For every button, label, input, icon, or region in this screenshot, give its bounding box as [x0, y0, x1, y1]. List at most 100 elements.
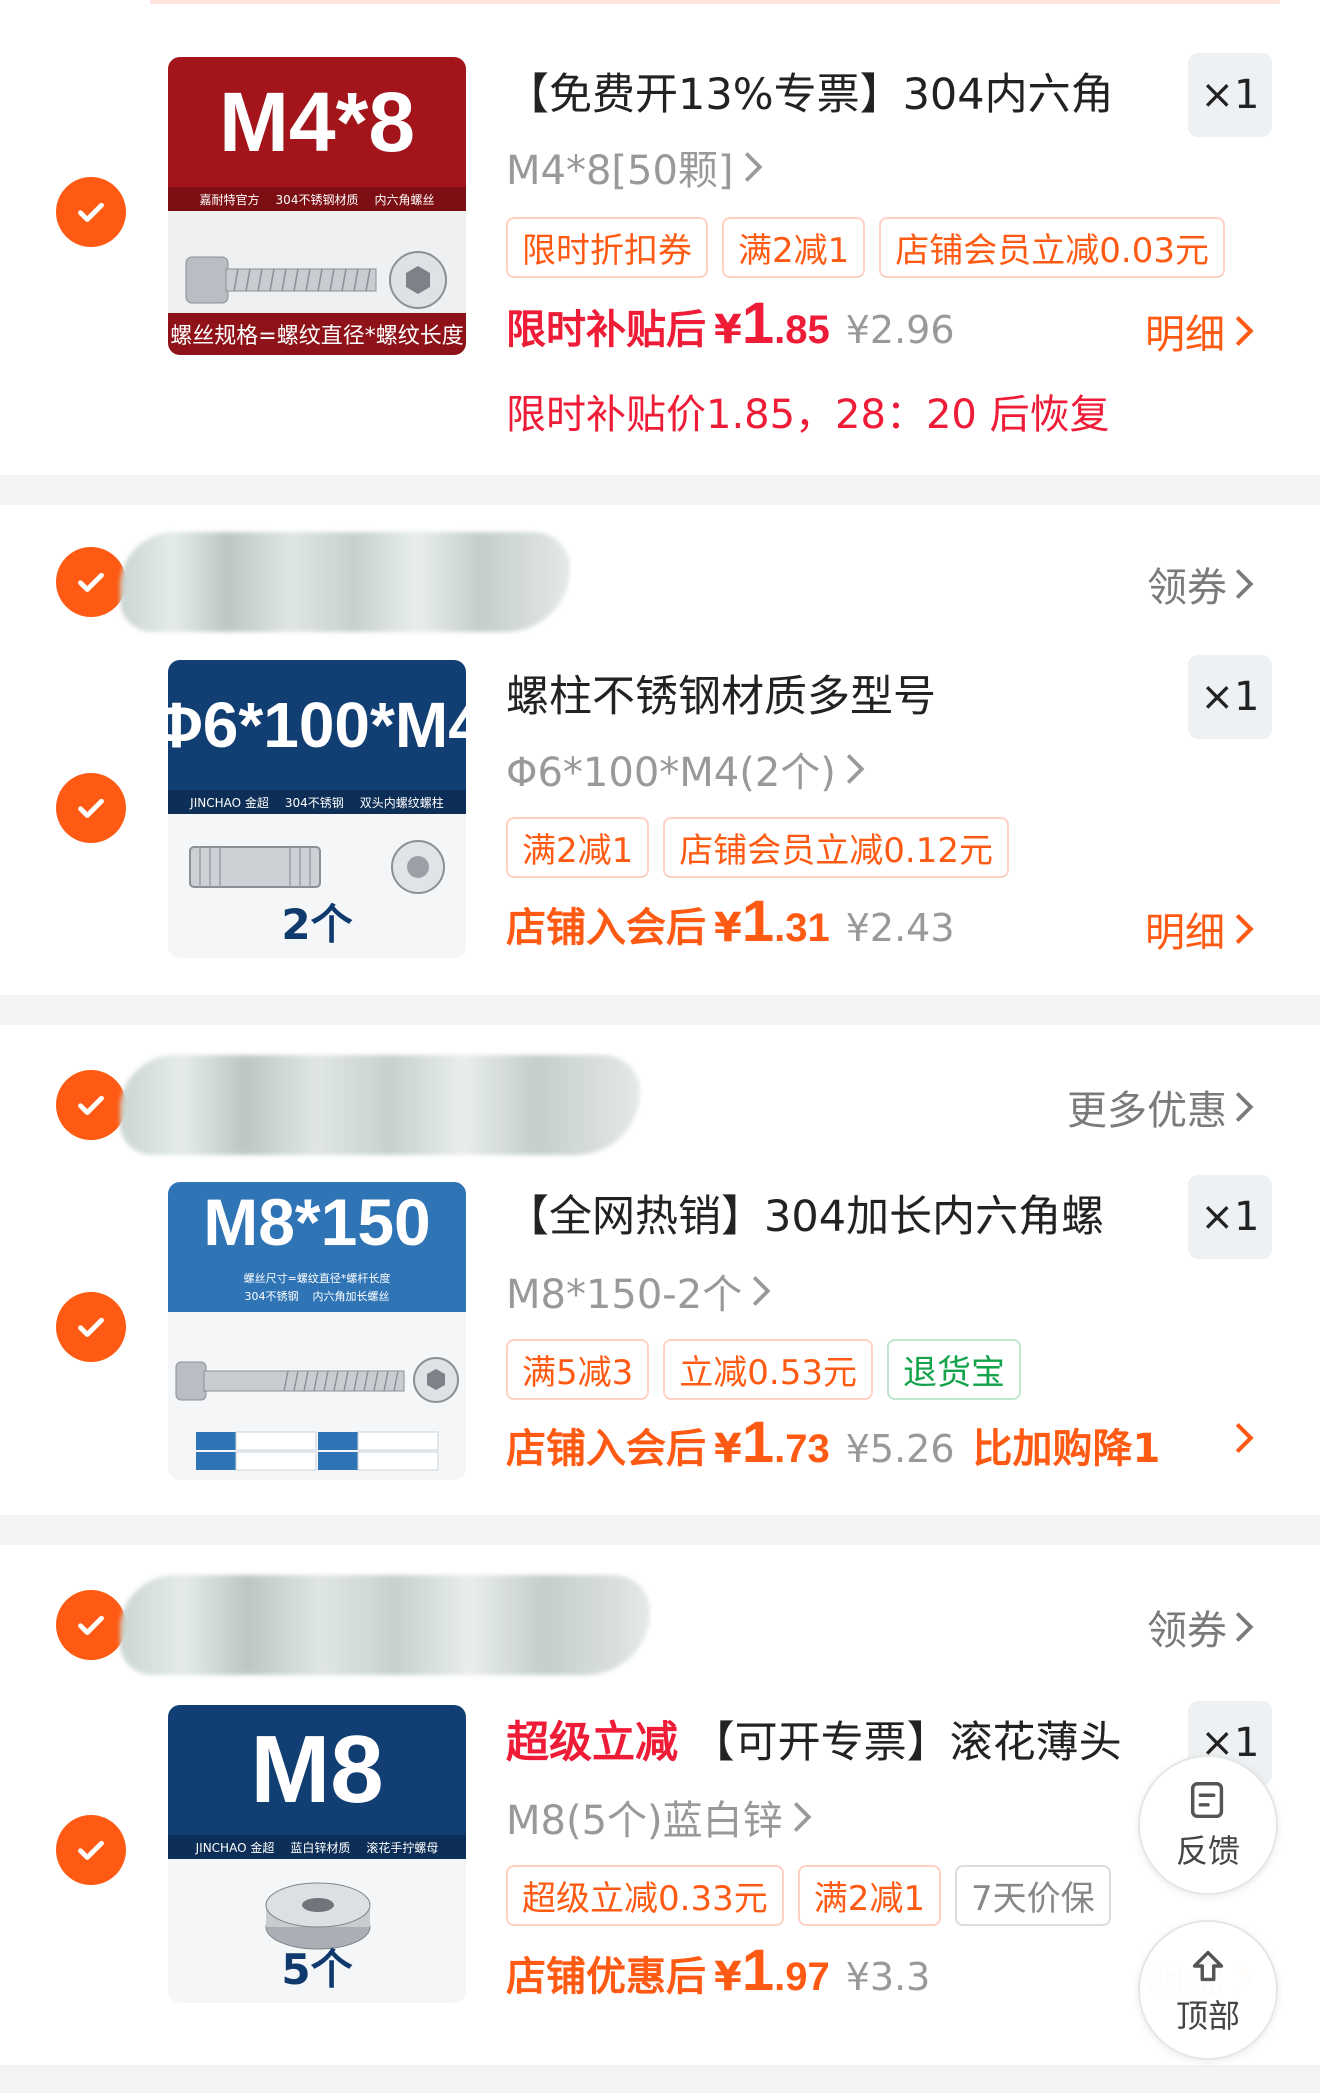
select-checkbox[interactable] — [56, 1815, 126, 1885]
feedback-label: 反馈 — [1175, 1832, 1240, 1870]
subsidy-note: 限时补贴价1.85，28：20 后恢复 — [506, 392, 1110, 438]
image-sub-text: JINCHAO 金超 — [195, 1840, 275, 1855]
image-subbar: JINCHAO 金超 蓝白锌材质 滚花手拧螺母 — [168, 1835, 466, 1859]
chevron-right-icon — [753, 1276, 771, 1306]
blurred-shop-name — [120, 1575, 650, 1675]
detail-link[interactable] — [1233, 1421, 1255, 1455]
price-row: 店铺入会后 ¥ 1 .31 ¥2.43 — [506, 888, 955, 955]
top-label: 顶部 — [1175, 1997, 1240, 2035]
promo-tags: 超级立减0.33元 满2减1 7天价保 — [506, 1865, 1111, 1926]
quantity-box[interactable]: ×1 — [1188, 655, 1272, 739]
screw-illustration — [185, 251, 447, 309]
chevron-right-icon — [1235, 1422, 1254, 1454]
check-icon — [78, 572, 104, 592]
cart-item-card: M4*8 嘉耐特官方 304不锈钢材质 内六角螺丝 螺丝规格=螺纹直径*螺纹长度… — [0, 10, 1320, 475]
spec-table — [196, 1431, 439, 1471]
select-checkbox[interactable] — [56, 773, 126, 843]
promo-tags: 满5减3 立减0.53元 退货宝 — [506, 1339, 1021, 1400]
price-decimal: .97 — [774, 1955, 830, 1999]
product-image[interactable]: M8*150 螺丝尺寸=螺纹直径*螺杆长度 304不锈钢 内六角加长螺丝 — [168, 1182, 466, 1480]
sku-text: M4*8[50颗] — [506, 148, 734, 194]
check-icon — [78, 202, 104, 222]
chevron-right-icon — [1235, 569, 1254, 599]
blurred-shop-name — [120, 532, 570, 632]
return-insurance-tag: 退货宝 — [886, 1339, 1021, 1400]
image-sub-text: 嘉耐特官方 — [199, 192, 260, 207]
sku-selector[interactable]: M8(5个)蓝白锌 — [506, 1788, 813, 1846]
detail-link[interactable]: 明细 — [1145, 302, 1255, 360]
price-protection-tag: 7天价保 — [954, 1865, 1111, 1926]
original-price: ¥3.3 — [845, 1955, 931, 1999]
price-label: 店铺优惠后 — [506, 1954, 706, 2000]
image-sub-text: 螺丝尺寸=螺纹直径*螺杆长度 — [243, 1272, 391, 1285]
product-title[interactable]: 螺柱不锈钢材质多型号 — [506, 662, 936, 724]
image-pack-count: 2个 — [281, 900, 353, 949]
promo-tag: 立减0.53元 — [663, 1339, 873, 1400]
product-title[interactable]: 【免费开13%专票】304内六角 — [506, 60, 1114, 122]
sku-selector[interactable]: M8*150-2个 — [506, 1262, 772, 1320]
shop-coupon-link[interactable]: 领券 — [1147, 555, 1255, 613]
arrow-up-icon — [1192, 1950, 1224, 1982]
sku-text: M8*150-2个 — [506, 1272, 743, 1318]
shop-coupon-link[interactable]: 领券 — [1147, 1598, 1255, 1656]
shop-select-checkbox[interactable] — [56, 1590, 126, 1660]
original-price: ¥5.26 — [845, 1427, 955, 1471]
back-to-top-button[interactable]: 顶部 — [1138, 1920, 1278, 2060]
chevron-right-icon — [1235, 913, 1254, 945]
price-decimal: .73 — [774, 1427, 830, 1471]
product-image[interactable]: Φ6*100*M4 JINCHAO 金超 304不锈钢 双头内螺纹螺柱 2个 — [168, 660, 466, 958]
price-integer: 1 — [741, 291, 775, 356]
product-title[interactable]: 超级立减 【可开专票】滚花薄头 — [506, 1708, 1122, 1770]
promo-tag: 店铺会员立减0.03元 — [879, 217, 1225, 278]
product-image[interactable]: M4*8 嘉耐特官方 304不锈钢材质 内六角螺丝 螺丝规格=螺纹直径*螺纹长度 — [168, 57, 466, 355]
promo-tag: 满2减1 — [506, 817, 650, 878]
product-title[interactable]: 【全网热销】304加长内六角螺 — [506, 1182, 1104, 1244]
check-icon — [78, 798, 104, 818]
select-checkbox[interactable] — [56, 1292, 126, 1362]
select-checkbox[interactable] — [56, 177, 126, 247]
promo-tag: 满2减1 — [797, 1865, 941, 1926]
image-banner: M8 — [168, 1705, 466, 1835]
shop-header: 领券 — [0, 1575, 1320, 1675]
check-icon — [78, 1317, 104, 1337]
original-price: ¥2.96 — [845, 308, 955, 352]
image-sub-text: 双头内螺纹螺柱 — [359, 795, 444, 810]
promo-tag: 限时折扣券 — [506, 217, 708, 278]
promo-tag: 满5减3 — [506, 1339, 650, 1400]
price-drop-note: 比加购降1 — [972, 1426, 1161, 1472]
price-label: 限时补贴后 — [506, 307, 706, 353]
sku-selector[interactable]: Φ6*100*M4(2个) — [506, 740, 866, 798]
image-sub-text: 内六角螺丝 — [374, 192, 435, 207]
detail-label: 明细 — [1145, 910, 1225, 956]
price-currency: ¥ — [714, 307, 742, 353]
image-pack-count: 5个 — [281, 1945, 353, 1994]
image-footer: 螺丝规格=螺纹直径*螺纹长度 — [168, 313, 466, 355]
quantity-box[interactable]: ×1 — [1188, 53, 1272, 137]
chevron-right-icon — [744, 152, 762, 182]
price-row: 限时补贴后 ¥ 1 .85 ¥2.96 — [506, 290, 955, 357]
shop-select-checkbox[interactable] — [56, 1070, 126, 1140]
promo-tag: 超级立减0.33元 — [506, 1865, 784, 1926]
detail-link[interactable]: 明细 — [1145, 900, 1255, 958]
feedback-button[interactable]: 反馈 — [1138, 1755, 1278, 1895]
top-strip — [0, 0, 1320, 10]
chevron-right-icon — [1235, 1092, 1254, 1122]
blurred-shop-name — [120, 1055, 640, 1155]
image-banner: M4*8 — [168, 57, 466, 187]
quantity-box[interactable]: ×1 — [1188, 1175, 1272, 1259]
price-label: 店铺入会后 — [506, 1426, 706, 1472]
promo-tag: 店铺会员立减0.12元 — [663, 817, 1009, 878]
image-sub-text: 304不锈钢 — [244, 1290, 299, 1303]
sku-selector[interactable]: M4*8[50颗] — [506, 138, 764, 196]
sku-text: M8(5个)蓝白锌 — [506, 1798, 783, 1844]
cart-shop-card: 领券 Φ6*100*M4 JINCHAO 金超 304不锈钢 双头内螺纹螺柱 2… — [0, 505, 1320, 995]
price-currency: ¥ — [714, 905, 742, 951]
cart-shop-card: 更多优惠 M8*150 螺丝尺寸=螺纹直径*螺杆长度 304不锈钢 内六角加长螺… — [0, 1025, 1320, 1515]
price-row: 店铺优惠后 ¥ 1 .97 ¥3.3 — [506, 1937, 930, 2004]
shop-select-checkbox[interactable] — [56, 547, 126, 617]
product-image[interactable]: M8 JINCHAO 金超 蓝白锌材质 滚花手拧螺母 5个 — [168, 1705, 466, 2003]
price-row: 店铺入会后 ¥ 1 .73 ¥5.26 比加购降1 — [506, 1409, 1160, 1476]
shop-discount-link[interactable]: 更多优惠 — [1067, 1078, 1255, 1136]
image-subbar: 嘉耐特官方 304不锈钢材质 内六角螺丝 — [168, 187, 466, 211]
shop-link-label: 领券 — [1147, 565, 1227, 611]
